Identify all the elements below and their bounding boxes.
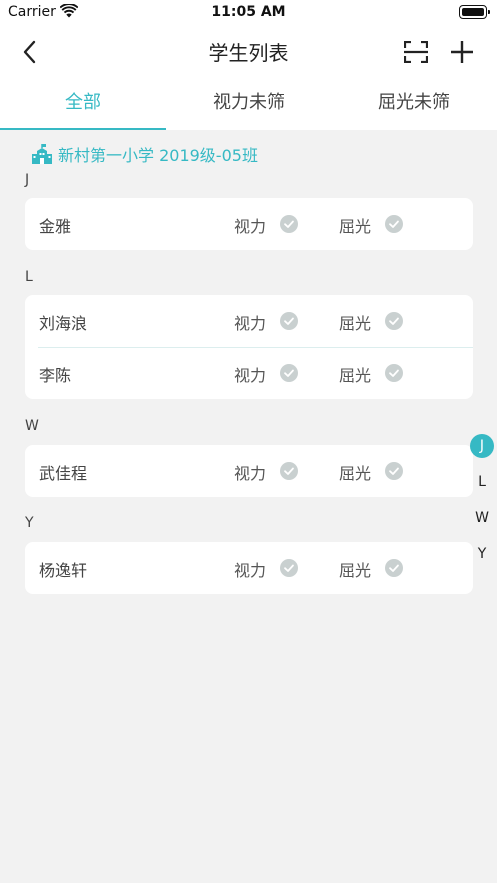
student-name: 李陈 bbox=[39, 366, 72, 385]
section-letter-w: W bbox=[25, 418, 39, 434]
tab-refraction-unscreened[interactable]: 屈光未筛 bbox=[331, 80, 497, 130]
student-row[interactable]: 武佳程 视力 屈光 bbox=[25, 445, 473, 497]
check-circle-icon bbox=[385, 364, 403, 382]
check-circle-icon bbox=[280, 559, 298, 577]
student-group-card: 金雅 视力 屈光 bbox=[25, 198, 473, 250]
back-button[interactable] bbox=[12, 34, 48, 70]
index-letter-w[interactable]: W bbox=[470, 506, 494, 530]
plus-icon bbox=[451, 41, 473, 63]
school-building-icon bbox=[32, 144, 52, 164]
check-circle-icon bbox=[280, 312, 298, 330]
check-circle-icon bbox=[385, 215, 403, 233]
filter-tabs: 全部 视力未筛 屈光未筛 bbox=[0, 80, 497, 130]
section-letter-y: Y bbox=[25, 515, 34, 531]
tab-all[interactable]: 全部 bbox=[0, 80, 166, 130]
vision-status-label: 视力 bbox=[234, 217, 267, 236]
index-letter-j[interactable]: J bbox=[470, 434, 494, 458]
refraction-status-label: 屈光 bbox=[339, 217, 372, 236]
nav-bar: 学生列表 bbox=[0, 26, 497, 76]
student-group-card: 武佳程 视力 屈光 bbox=[25, 445, 473, 497]
student-row[interactable]: 李陈 视力 屈光 bbox=[25, 347, 473, 399]
index-letter-y[interactable]: Y bbox=[470, 542, 494, 566]
vision-status-label: 视力 bbox=[234, 366, 267, 385]
check-circle-icon bbox=[280, 215, 298, 233]
status-bar: Carrier 11:05 AM bbox=[0, 0, 497, 26]
index-letter-l[interactable]: L bbox=[470, 470, 494, 494]
student-name: 武佳程 bbox=[39, 464, 88, 483]
student-row[interactable]: 杨逸轩 视力 屈光 bbox=[25, 542, 473, 594]
header-area: Carrier 11:05 AM 学生列表 全部 视力未筛 屈光未筛 bbox=[0, 0, 497, 130]
refraction-status-label: 屈光 bbox=[339, 464, 372, 483]
clock: 11:05 AM bbox=[211, 4, 286, 20]
student-group-card: 杨逸轩 视力 屈光 bbox=[25, 542, 473, 594]
add-student-button[interactable] bbox=[446, 36, 478, 68]
student-name: 刘海浪 bbox=[39, 314, 88, 333]
student-group-card: 刘海浪 视力 屈光 李陈 视力 屈光 bbox=[25, 295, 473, 399]
refraction-status-label: 屈光 bbox=[339, 366, 372, 385]
battery-icon bbox=[459, 5, 490, 19]
school-class-name: 新村第一小学 2019级-05班 bbox=[58, 146, 258, 165]
check-circle-icon bbox=[280, 462, 298, 480]
tab-vision-unscreened[interactable]: 视力未筛 bbox=[166, 80, 332, 130]
scan-icon bbox=[404, 41, 428, 63]
school-class-header: 新村第一小学 2019级-05班 bbox=[32, 142, 258, 166]
vision-status-label: 视力 bbox=[234, 314, 267, 333]
student-name: 金雅 bbox=[39, 217, 72, 236]
vision-status-label: 视力 bbox=[234, 561, 267, 580]
check-circle-icon bbox=[385, 559, 403, 577]
check-circle-icon bbox=[385, 462, 403, 480]
chevron-left-icon bbox=[23, 40, 36, 64]
check-circle-icon bbox=[280, 364, 298, 382]
section-letter-l: L bbox=[25, 269, 33, 285]
scan-button[interactable] bbox=[400, 36, 432, 68]
refraction-status-label: 屈光 bbox=[339, 561, 372, 580]
section-letter-j: J bbox=[25, 172, 30, 188]
student-row[interactable]: 金雅 视力 屈光 bbox=[25, 198, 473, 250]
student-row[interactable]: 刘海浪 视力 屈光 bbox=[25, 295, 473, 347]
refraction-status-label: 屈光 bbox=[339, 314, 372, 333]
vision-status-label: 视力 bbox=[234, 464, 267, 483]
check-circle-icon bbox=[385, 312, 403, 330]
student-name: 杨逸轩 bbox=[39, 561, 88, 580]
